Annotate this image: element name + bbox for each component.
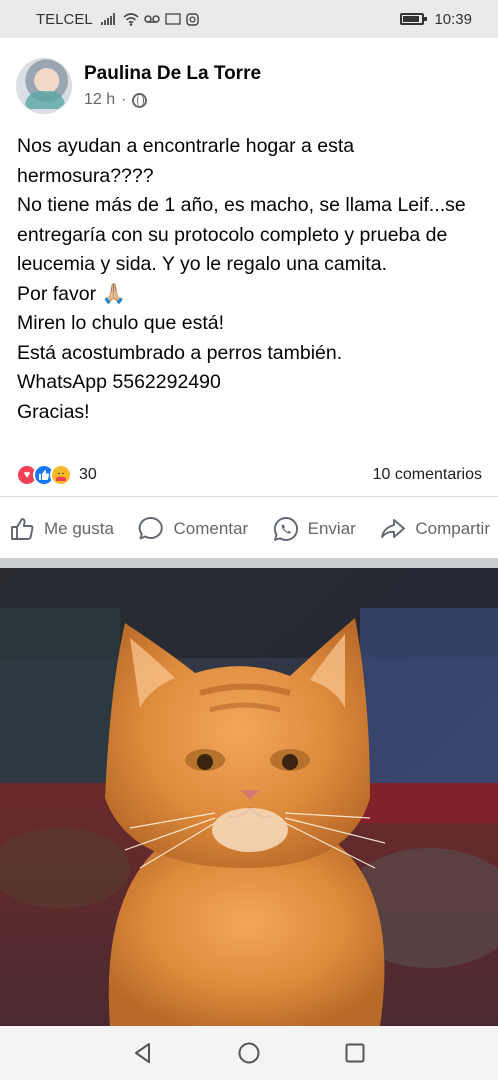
meta-separator: · — [121, 91, 127, 108]
comment-button[interactable]: Comentar — [137, 515, 248, 543]
like-label: Me gusta — [44, 519, 114, 538]
post-actions: Me gusta Comentar Enviar Compartir — [0, 506, 498, 552]
post-text-line: Está acostumbrado a perros también. — [17, 341, 343, 364]
thumbs-up-icon — [11, 518, 34, 540]
send-label: Enviar — [307, 519, 356, 538]
share-label: Compartir — [415, 519, 490, 538]
status-left: TELCEL — [36, 11, 199, 28]
comment-icon — [139, 517, 164, 540]
instagram-icon — [186, 12, 199, 26]
reactions-row: ♥ 30 10 comentarios — [16, 460, 482, 490]
carrier-label: TELCEL — [36, 10, 93, 28]
recents-icon[interactable] — [343, 1041, 367, 1065]
care-reaction-icon — [50, 464, 72, 486]
comments-count[interactable]: 10 comentarios — [373, 466, 482, 484]
status-icons — [123, 12, 199, 26]
like-button[interactable]: Me gusta — [8, 515, 114, 543]
battery-icon — [400, 13, 428, 25]
whatsapp-icon — [273, 517, 298, 541]
post-text-line: No tiene más de 1 año, es macho, se llam… — [17, 194, 472, 275]
feed-separator — [0, 558, 498, 568]
avatar[interactable] — [16, 58, 72, 114]
post-text-line: WhatsApp 5562292490 — [17, 371, 221, 393]
voicemail-icon — [143, 15, 160, 23]
post-text-line: Gracias! — [17, 400, 90, 423]
reaction-count: 30 — [79, 466, 97, 483]
author-name[interactable]: Paulina De La Torre — [84, 63, 261, 85]
post-text-line: Por favor 🙏🏼 — [17, 282, 126, 305]
post-text-line: Miren lo chulo que está! — [17, 312, 225, 334]
wifi-icon — [123, 12, 139, 26]
home-icon[interactable] — [237, 1041, 261, 1065]
comment-label: Comentar — [173, 519, 249, 538]
share-button[interactable]: Compartir — [379, 515, 490, 543]
post-text: Nos ayudan a encontrarle hogar a esta he… — [17, 132, 484, 427]
post-photo[interactable] — [0, 568, 498, 1026]
app-notification-icon — [165, 13, 181, 25]
status-bar: TELCEL 10:39 — [0, 0, 498, 38]
cat-photo-image — [0, 568, 498, 1026]
globe-icon — [132, 92, 148, 108]
signal-icon — [100, 13, 115, 25]
send-button[interactable]: Enviar — [272, 515, 356, 543]
back-icon[interactable] — [131, 1041, 155, 1065]
divider — [0, 496, 498, 497]
post-text-line: Nos ayudan a encontrarle hogar a esta he… — [17, 135, 360, 187]
clock: 10:39 — [434, 10, 472, 28]
share-icon — [381, 519, 406, 538]
post-header: Paulina De La Torre 12 h · — [16, 56, 482, 116]
post-meta: 12 h · — [84, 91, 261, 109]
author-block: Paulina De La Torre 12 h · — [84, 63, 261, 109]
status-right: 10:39 — [400, 11, 472, 28]
post-time[interactable]: 12 h — [84, 91, 115, 109]
system-nav-bar — [0, 1026, 498, 1080]
reaction-summary[interactable]: ♥ 30 — [16, 464, 97, 486]
